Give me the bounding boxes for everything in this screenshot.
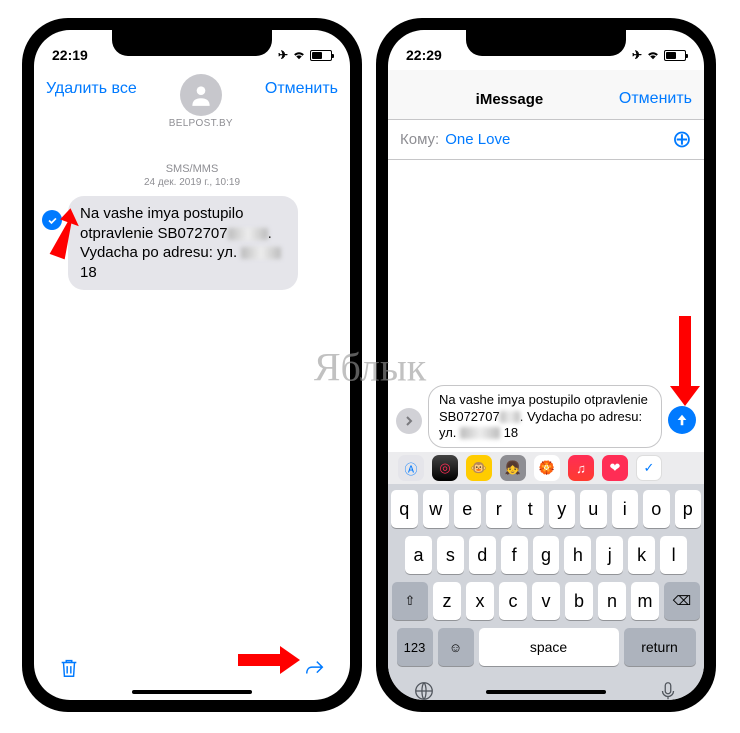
notch bbox=[112, 30, 272, 56]
key-u[interactable]: u bbox=[580, 490, 607, 528]
home-indicator[interactable] bbox=[132, 690, 252, 694]
trash-button[interactable] bbox=[58, 657, 80, 684]
key-h[interactable]: h bbox=[564, 536, 591, 574]
key-z[interactable]: z bbox=[433, 582, 461, 620]
keyboard-footer bbox=[391, 674, 701, 700]
home-indicator[interactable] bbox=[486, 690, 606, 694]
message-bubble[interactable]: Na vashe imya postupilo otpravlenie SB07… bbox=[68, 196, 298, 290]
channel-label: SMS/MMS bbox=[34, 163, 350, 175]
redacted bbox=[228, 228, 268, 240]
key-v[interactable]: v bbox=[532, 582, 560, 620]
key-s[interactable]: s bbox=[437, 536, 464, 574]
key-o[interactable]: o bbox=[643, 490, 670, 528]
key-c[interactable]: c bbox=[499, 582, 527, 620]
contact-header[interactable]: BELPOST.BY bbox=[169, 72, 233, 129]
redacted bbox=[500, 411, 520, 423]
mic-icon[interactable] bbox=[657, 680, 679, 700]
wifi-icon bbox=[646, 49, 660, 61]
key-t[interactable]: t bbox=[517, 490, 544, 528]
key-j[interactable]: j bbox=[596, 536, 623, 574]
airplane-icon: ✈ bbox=[278, 48, 288, 62]
numbers-key[interactable]: 123 bbox=[397, 628, 433, 666]
key-n[interactable]: n bbox=[598, 582, 626, 620]
emoji-key[interactable]: ☺ bbox=[438, 628, 474, 666]
watermark: Яблык bbox=[314, 343, 426, 390]
notch bbox=[466, 30, 626, 56]
cancel-button[interactable]: Отменить bbox=[619, 82, 692, 108]
key-b[interactable]: b bbox=[565, 582, 593, 620]
date-label: 24 дек. 2019 г., 10:19 bbox=[34, 177, 350, 188]
key-w[interactable]: w bbox=[423, 490, 450, 528]
app-store-icon[interactable]: Ⓐ bbox=[398, 455, 424, 481]
key-d[interactable]: d bbox=[469, 536, 496, 574]
app-animoji-icon[interactable]: 👧 bbox=[500, 455, 526, 481]
key-a[interactable]: a bbox=[405, 536, 432, 574]
app-photos-icon[interactable]: 🏵️ bbox=[534, 455, 560, 481]
status-time: 22:29 bbox=[406, 47, 442, 63]
screenshot-pair: 22:19 ✈ Удалить все BELPOST.BY Отменить bbox=[0, 0, 740, 733]
key-i[interactable]: i bbox=[612, 490, 639, 528]
status-icons: ✈ bbox=[278, 48, 332, 62]
key-l[interactable]: l bbox=[660, 536, 687, 574]
screen-right: 22:29 ✈ iMessage Отменить Кому: One Love… bbox=[388, 30, 704, 700]
annotation-arrow bbox=[660, 310, 710, 420]
app-music-icon[interactable]: ♫ bbox=[568, 455, 594, 481]
cancel-button[interactable]: Отменить bbox=[265, 72, 338, 98]
key-x[interactable]: x bbox=[466, 582, 494, 620]
key-e[interactable]: e bbox=[454, 490, 481, 528]
to-label: Кому: bbox=[400, 131, 439, 148]
shift-key[interactable]: ⇧ bbox=[392, 582, 428, 620]
annotation-arrow bbox=[230, 640, 320, 680]
to-recipient[interactable]: One Love bbox=[445, 131, 672, 148]
avatar-icon bbox=[180, 74, 222, 116]
app-digitaltouch-icon[interactable]: ❤ bbox=[602, 455, 628, 481]
keyboard[interactable]: qwertyuiop asdfghjkl ⇧ zxcvbnm ⌫ 123 ☺ s… bbox=[388, 484, 704, 700]
compose-row: Na vashe imya postupilo otpravlenie SB07… bbox=[388, 381, 704, 452]
backspace-key[interactable]: ⌫ bbox=[664, 582, 700, 620]
key-k[interactable]: k bbox=[628, 536, 655, 574]
key-g[interactable]: g bbox=[533, 536, 560, 574]
annotation-arrow bbox=[25, 200, 85, 270]
key-p[interactable]: p bbox=[675, 490, 702, 528]
contact-name: BELPOST.BY bbox=[169, 118, 233, 129]
key-y[interactable]: y bbox=[549, 490, 576, 528]
status-icons: ✈ bbox=[632, 48, 686, 62]
return-key[interactable]: return bbox=[624, 628, 696, 666]
add-recipient-button[interactable]: ⊕ bbox=[672, 125, 692, 154]
to-field-row[interactable]: Кому: One Love ⊕ bbox=[388, 120, 704, 160]
expand-apps-button[interactable] bbox=[396, 408, 422, 434]
space-key[interactable]: space bbox=[479, 628, 619, 666]
screen-left: 22:19 ✈ Удалить все BELPOST.BY Отменить bbox=[34, 30, 350, 700]
key-f[interactable]: f bbox=[501, 536, 528, 574]
key-r[interactable]: r bbox=[486, 490, 513, 528]
keyboard-row-3: ⇧ zxcvbnm ⌫ bbox=[391, 582, 701, 620]
key-q[interactable]: q bbox=[391, 490, 418, 528]
redacted bbox=[241, 247, 281, 259]
wifi-icon bbox=[292, 49, 306, 61]
redacted bbox=[460, 427, 500, 439]
delete-all-button[interactable]: Удалить все bbox=[46, 72, 137, 98]
app-activity-icon[interactable]: ◎ bbox=[432, 455, 458, 481]
battery-icon bbox=[664, 50, 686, 61]
nav-bar: Удалить все BELPOST.BY Отменить bbox=[34, 70, 350, 150]
nav-title: iMessage bbox=[476, 81, 544, 108]
app-memoji-icon[interactable]: 🐵 bbox=[466, 455, 492, 481]
status-time: 22:19 bbox=[52, 47, 88, 63]
battery-icon bbox=[310, 50, 332, 61]
nav-bar: iMessage Отменить bbox=[388, 70, 704, 120]
compose-input[interactable]: Na vashe imya postupilo otpravlenie SB07… bbox=[428, 385, 662, 448]
airplane-icon: ✈ bbox=[632, 48, 642, 62]
phone-left: 22:19 ✈ Удалить все BELPOST.BY Отменить bbox=[22, 18, 362, 712]
app-strip[interactable]: Ⓐ ◎ 🐵 👧 🏵️ ♫ ❤ ✓ bbox=[388, 452, 704, 484]
app-more-icon[interactable]: ✓ bbox=[636, 455, 662, 481]
key-m[interactable]: m bbox=[631, 582, 659, 620]
globe-icon[interactable] bbox=[413, 680, 435, 700]
